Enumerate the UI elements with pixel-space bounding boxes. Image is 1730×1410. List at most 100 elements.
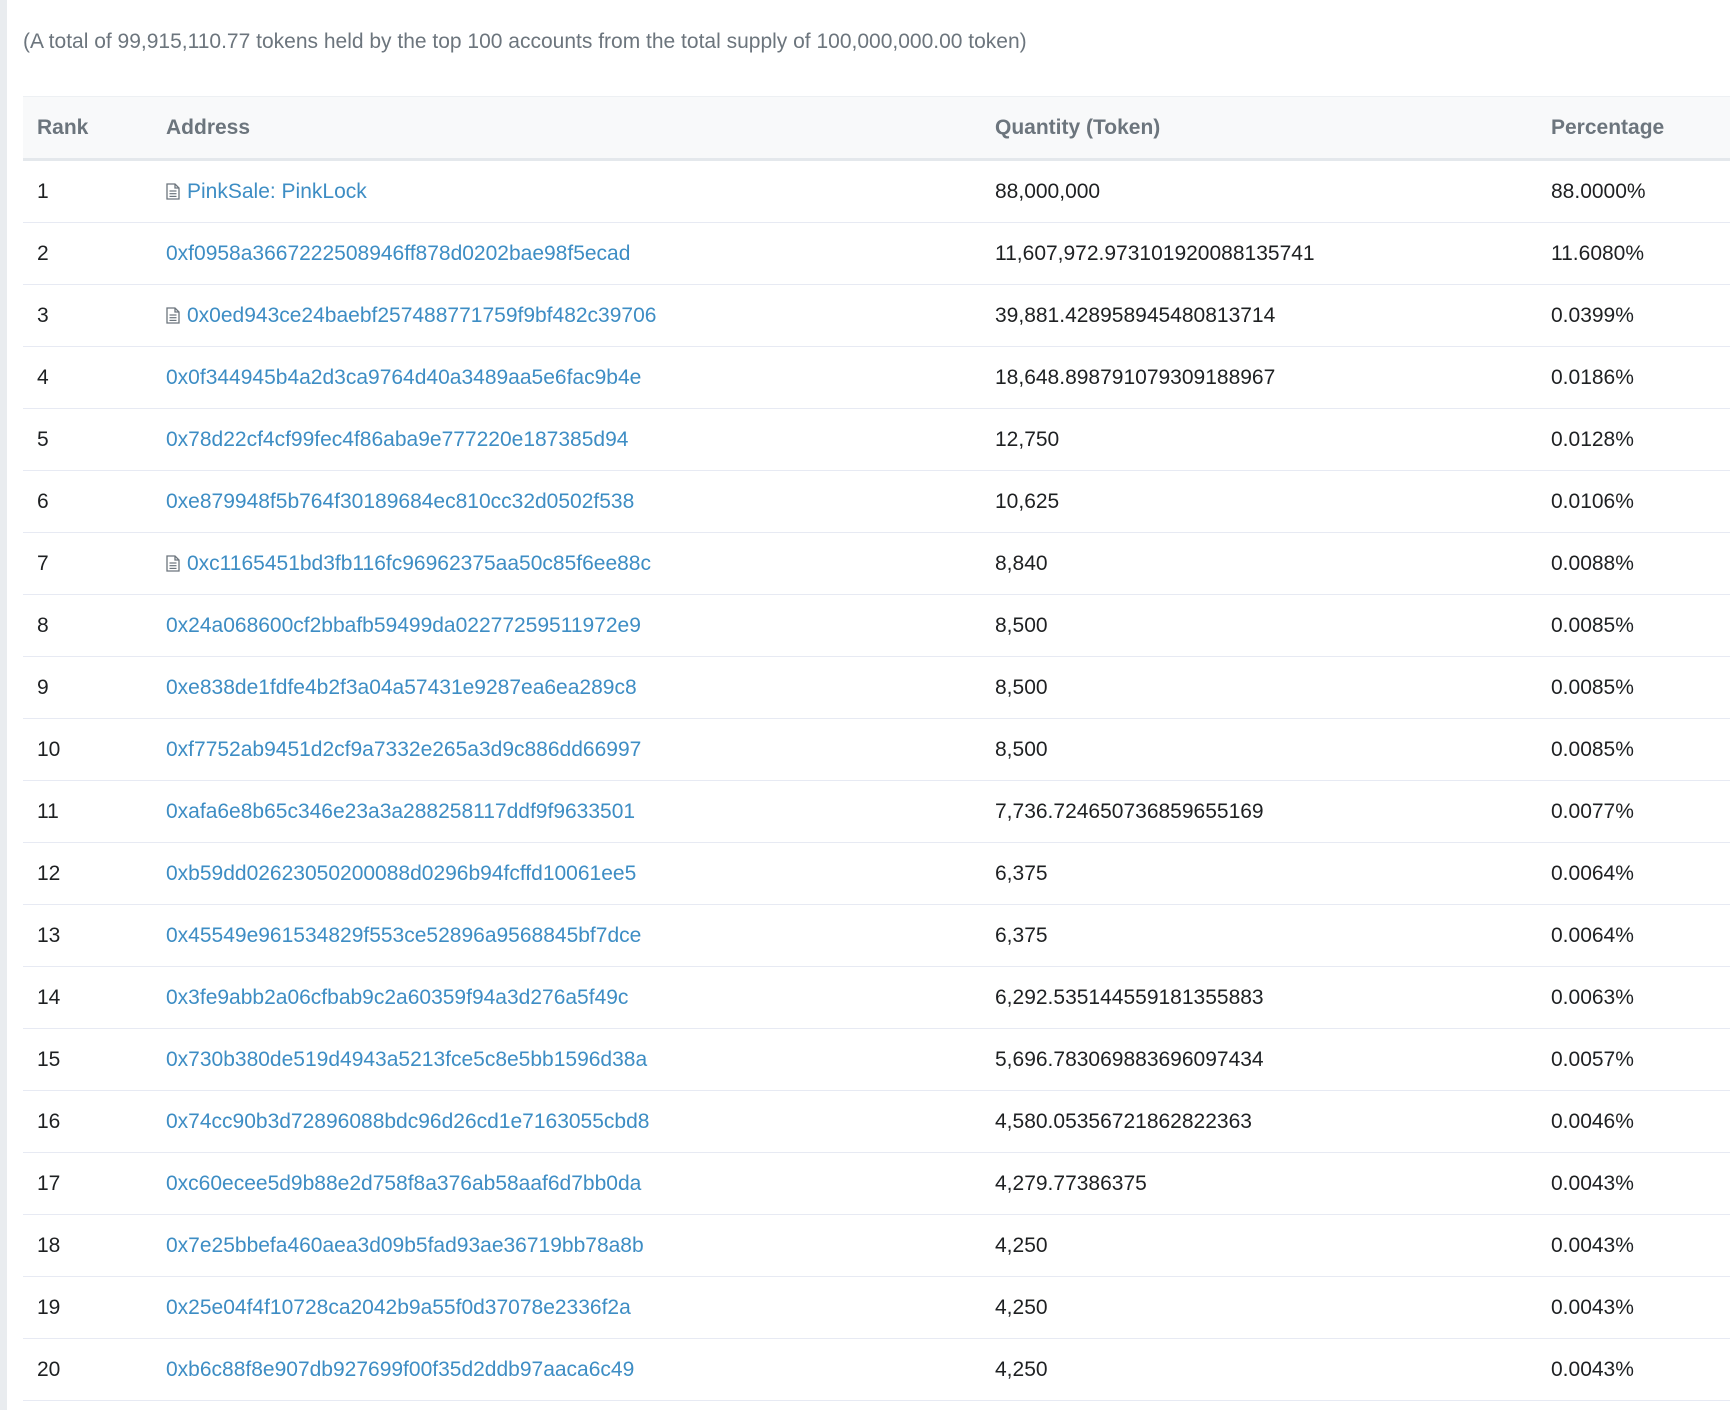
table-row: 19 0x25e04f4f10728ca2042b9a55f0d37078e233… (23, 1276, 1730, 1339)
address-cell: PinkSale: PinkLock (152, 159, 981, 223)
quantity-cell: 10,625 (981, 470, 1537, 533)
quantity-cell: 8,840 (981, 532, 1537, 595)
rank-cell: 15 (23, 1028, 152, 1091)
table-row: 6 0xe879948f5b764f30189684ec810cc32d0502f… (23, 470, 1730, 533)
table-row: 18 0x7e25bbefa460aea3d09b5fad93ae36719bb7… (23, 1214, 1730, 1277)
address-cell: 0x74cc90b3d72896088bdc96d26cd1e7163055cb… (152, 1090, 981, 1153)
quantity-cell: 4,250 (981, 1338, 1537, 1401)
holder-address-link[interactable]: 0x78d22cf4cf99fec4f86aba9e777220e187385d… (166, 428, 628, 451)
rank-cell: 2 (23, 222, 152, 285)
percentage-cell: 0.0399% (1537, 284, 1730, 347)
holder-address-link[interactable]: 0xe879948f5b764f30189684ec810cc32d0502f5… (166, 490, 634, 513)
table-row: 5 0x78d22cf4cf99fec4f86aba9e777220e187385… (23, 408, 1730, 471)
holder-address-link[interactable]: 0xafa6e8b65c346e23a3a288258117ddf9f96335… (166, 800, 635, 823)
address-cell: 0x0f344945b4a2d3ca9764d40a3489aa5e6fac9b… (152, 346, 981, 409)
address-cell: 0x24a068600cf2bbafb59499da02277259511972… (152, 594, 981, 657)
holder-address-link[interactable]: 0x0ed943ce24baebf257488771759f9bf482c397… (187, 304, 656, 327)
address-cell: 0x3fe9abb2a06cfbab9c2a60359f94a3d276a5f4… (152, 966, 981, 1029)
holders-summary-text: (A total of 99,915,110.77 tokens held by… (23, 30, 1027, 53)
percentage-cell: 0.0064% (1537, 842, 1730, 905)
address-cell: 0x78d22cf4cf99fec4f86aba9e777220e187385d… (152, 408, 981, 471)
holder-address-link[interactable]: 0xf0958a3667222508946ff878d0202bae98f5ec… (166, 242, 630, 265)
table-header-row: Rank Address Quantity (Token) Percentage (23, 96, 1730, 161)
percentage-column-header: Percentage (1537, 96, 1730, 161)
quantity-cell: 39,881.428958945480813714 (981, 284, 1537, 347)
rank-cell: 5 (23, 408, 152, 471)
quantity-cell: 8,500 (981, 718, 1537, 781)
holder-address-link[interactable]: 0x25e04f4f10728ca2042b9a55f0d37078e2336f… (166, 1296, 631, 1319)
quantity-cell: 8,500 (981, 594, 1537, 657)
quantity-cell: 88,000,000 (981, 159, 1537, 223)
table-header: Rank Address Quantity (Token) Percentage (23, 96, 1730, 161)
percentage-cell: 0.0186% (1537, 346, 1730, 409)
holder-address-link[interactable]: 0x24a068600cf2bbafb59499da02277259511972… (166, 614, 641, 637)
token-holders-page: (A total of 99,915,110.77 tokens held by… (0, 0, 1730, 1410)
quantity-column-header: Quantity (Token) (981, 96, 1537, 161)
percentage-cell: 0.0063% (1537, 966, 1730, 1029)
holder-address-link[interactable]: 0x45549e961534829f553ce52896a9568845bf7d… (166, 924, 641, 947)
quantity-cell: 12,750 (981, 408, 1537, 471)
holder-address-link[interactable]: 0xb6c88f8e907db927699f00f35d2ddb97aaca6c… (166, 1358, 634, 1381)
address-column-header: Address (152, 96, 981, 161)
rank-cell: 1 (23, 159, 152, 223)
table-row: 15 0x730b380de519d4943a5213fce5c8e5bb1596… (23, 1028, 1730, 1091)
table-row: 3 0x0ed943ce24baebf257488771759f9bf482c39… (23, 284, 1730, 347)
holder-address-link[interactable]: 0xc1165451bd3fb116fc96962375aa50c85f6ee8… (187, 552, 651, 575)
rank-cell: 8 (23, 594, 152, 657)
percentage-cell: 0.0043% (1537, 1338, 1730, 1401)
table-row: 4 0x0f344945b4a2d3ca9764d40a3489aa5e6fac9… (23, 346, 1730, 409)
table-row: 17 0xc60ecee5d9b88e2d758f8a376ab58aaf6d7b… (23, 1152, 1730, 1215)
percentage-cell: 0.0046% (1537, 1090, 1730, 1153)
rank-cell: 18 (23, 1214, 152, 1277)
table-row: 8 0x24a068600cf2bbafb59499da0227725951197… (23, 594, 1730, 657)
table-row: 20 0xb6c88f8e907db927699f00f35d2ddb97aaca… (23, 1338, 1730, 1401)
address-cell: 0x7e25bbefa460aea3d09b5fad93ae36719bb78a… (152, 1214, 981, 1277)
percentage-cell: 11.6080% (1537, 222, 1730, 285)
address-cell: 0xb6c88f8e907db927699f00f35d2ddb97aaca6c… (152, 1338, 981, 1401)
quantity-cell: 4,250 (981, 1214, 1537, 1277)
table-row: 11 0xafa6e8b65c346e23a3a288258117ddf9f963… (23, 780, 1730, 843)
holder-address-link[interactable]: 0x0f344945b4a2d3ca9764d40a3489aa5e6fac9b… (166, 366, 641, 389)
percentage-cell: 0.0043% (1537, 1214, 1730, 1277)
quantity-cell: 4,279.77386375 (981, 1152, 1537, 1215)
rank-cell: 6 (23, 470, 152, 533)
quantity-cell: 7,736.724650736859655169 (981, 780, 1537, 843)
table-row: 9 0xe838de1fdfe4b2f3a04a57431e9287ea6ea28… (23, 656, 1730, 719)
address-cell: 0xb59dd02623050200088d0296b94fcffd10061e… (152, 842, 981, 905)
holder-address-link[interactable]: 0xf7752ab9451d2cf9a7332e265a3d9c886dd669… (166, 738, 641, 761)
contract-document-icon (166, 554, 180, 572)
address-cell: 0xf7752ab9451d2cf9a7332e265a3d9c886dd669… (152, 718, 981, 781)
rank-cell: 11 (23, 780, 152, 843)
percentage-cell: 0.0057% (1537, 1028, 1730, 1091)
table-row: 16 0x74cc90b3d72896088bdc96d26cd1e7163055… (23, 1090, 1730, 1153)
percentage-cell: 0.0085% (1537, 656, 1730, 719)
holder-address-link[interactable]: 0xb59dd02623050200088d0296b94fcffd10061e… (166, 862, 636, 885)
quantity-cell: 4,250 (981, 1276, 1537, 1339)
address-cell: 0x730b380de519d4943a5213fce5c8e5bb1596d3… (152, 1028, 981, 1091)
rank-cell: 3 (23, 284, 152, 347)
holder-address-link[interactable]: 0x7e25bbefa460aea3d09b5fad93ae36719bb78a… (166, 1234, 644, 1257)
token-holders-table: Rank Address Quantity (Token) Percentage… (23, 96, 1730, 1401)
holder-address-link[interactable]: 0xc60ecee5d9b88e2d758f8a376ab58aaf6d7bb0… (166, 1172, 641, 1195)
rank-cell: 4 (23, 346, 152, 409)
quantity-cell: 6,375 (981, 904, 1537, 967)
address-cell: 0xe879948f5b764f30189684ec810cc32d0502f5… (152, 470, 981, 533)
percentage-cell: 0.0085% (1537, 594, 1730, 657)
holder-address-link[interactable]: 0x74cc90b3d72896088bdc96d26cd1e7163055cb… (166, 1110, 649, 1133)
rank-column-header: Rank (23, 96, 152, 161)
address-cell: 0xe838de1fdfe4b2f3a04a57431e9287ea6ea289… (152, 656, 981, 719)
address-cell: 0xf0958a3667222508946ff878d0202bae98f5ec… (152, 222, 981, 285)
quantity-cell: 6,292.535144559181355883 (981, 966, 1537, 1029)
percentage-cell: 88.0000% (1537, 159, 1730, 223)
holder-address-link[interactable]: PinkSale: PinkLock (187, 180, 367, 203)
holder-address-link[interactable]: 0x3fe9abb2a06cfbab9c2a60359f94a3d276a5f4… (166, 986, 628, 1009)
holder-address-link[interactable]: 0xe838de1fdfe4b2f3a04a57431e9287ea6ea289… (166, 676, 637, 699)
quantity-cell: 11,607,972.973101920088135741 (981, 222, 1537, 285)
table-row: 2 0xf0958a3667222508946ff878d0202bae98f5e… (23, 222, 1730, 285)
quantity-cell: 6,375 (981, 842, 1537, 905)
rank-cell: 10 (23, 718, 152, 781)
holder-address-link[interactable]: 0x730b380de519d4943a5213fce5c8e5bb1596d3… (166, 1048, 647, 1071)
contract-document-icon (166, 182, 180, 200)
percentage-cell: 0.0088% (1537, 532, 1730, 595)
address-cell: 0xc1165451bd3fb116fc96962375aa50c85f6ee8… (152, 532, 981, 595)
